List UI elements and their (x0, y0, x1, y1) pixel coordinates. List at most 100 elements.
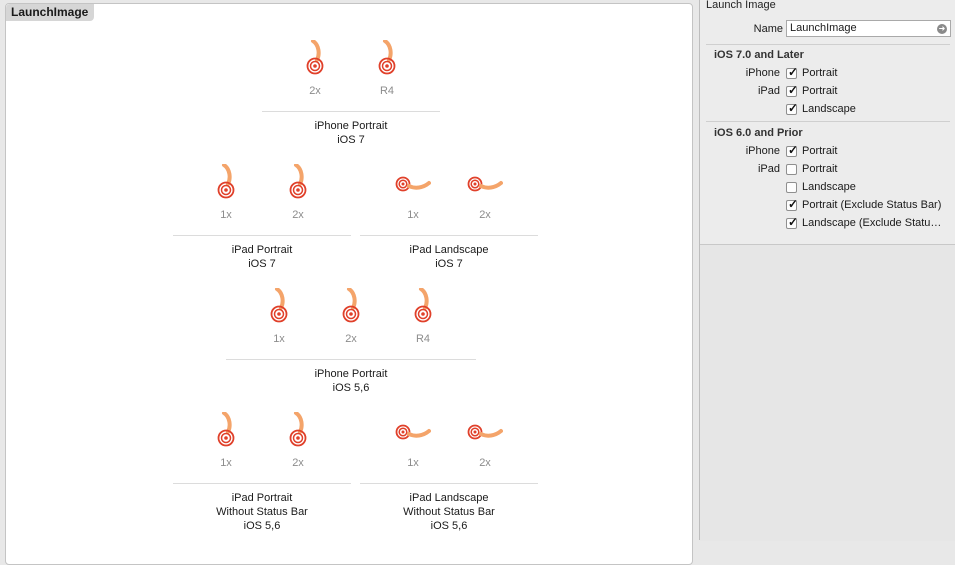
name-field[interactable]: LaunchImage (786, 20, 951, 37)
checkbox-label[interactable]: Portrait (802, 67, 837, 79)
checkbox[interactable]: ✓ (786, 83, 799, 97)
name-label: Name (753, 23, 783, 35)
checkbox[interactable] (786, 164, 797, 175)
image-set-group[interactable]: 1x 2x iPad Portrait iOS 7 (173, 164, 351, 271)
scale-label: 1x (407, 457, 419, 469)
group-label-line: iPad Portrait (231, 492, 293, 504)
image-slot[interactable]: 2x (465, 164, 505, 226)
image-slot[interactable]: 2x (278, 164, 318, 226)
canvas-title: LaunchImage (6, 4, 95, 21)
scale-label: 1x (273, 333, 285, 345)
group-label: iPhone Portrait iOS 7 (262, 119, 440, 147)
image-slot[interactable]: R4 (403, 288, 443, 350)
scale-label: R4 (379, 85, 395, 97)
checkbox[interactable]: ✓ (786, 101, 799, 115)
image-slots: 1x 2x R4 (226, 288, 476, 350)
launch-image-portrait-icon (289, 164, 307, 199)
scale-label: 2x (345, 333, 357, 345)
group-label-line: iPad Portrait (231, 244, 293, 256)
checkbox[interactable]: ✓ (786, 65, 799, 79)
checkmark-icon: ✓ (788, 101, 799, 115)
group-label: iPad Portrait iOS 7 (173, 243, 351, 271)
group-divider (173, 235, 351, 236)
group-label-line: iPhone Portrait (314, 120, 388, 132)
checkbox[interactable]: ✓ (786, 143, 798, 157)
group-label-line: iPad Landscape (409, 244, 489, 256)
group-divider (226, 359, 476, 360)
ios7-section-title: iOS 7.0 and Later (714, 49, 804, 61)
checkbox[interactable]: ✓ (786, 215, 799, 229)
group-label: iPad Portrait Without Status Bar iOS 5,6 (173, 491, 351, 533)
divider (706, 44, 950, 45)
group-label-line: iOS 7 (337, 134, 365, 146)
scale-label: 1x (220, 209, 232, 221)
group-label: iPhone Portrait iOS 5,6 (226, 367, 476, 395)
checkmark-icon: ✓ (788, 83, 799, 97)
device-label-wrap: iPhone (720, 66, 780, 80)
group-label-line: iOS 7 (435, 258, 463, 270)
image-slots: 2x R4 (262, 40, 440, 102)
inspector-header: Launch Image (706, 0, 776, 11)
image-set-group[interactable]: 1x 2x R4 iPhone Portrait iOS 5,6 (226, 288, 476, 395)
scale-label: 1x (407, 209, 419, 221)
checkmark-icon: ✓ (788, 197, 799, 211)
device-label-wrap: iPad (720, 162, 780, 176)
launch-image-landscape-icon (467, 424, 503, 440)
image-slot[interactable]: 1x (206, 412, 246, 474)
group-label-line: iOS 5,6 (243, 520, 281, 532)
scale-label: 2x (479, 209, 491, 221)
image-slots: 1x 2x (360, 412, 538, 474)
checkbox-label[interactable]: Landscape (802, 103, 856, 115)
launch-image-portrait-icon (414, 288, 432, 323)
checkmark-icon: ✓ (788, 215, 799, 229)
asset-canvas: LaunchImage 2x R4 iPhone Portrait iOS 7 1x 2… (5, 3, 693, 565)
launch-image-portrait-icon (378, 40, 396, 75)
checkbox-label[interactable]: Portrait (Exclude Status Bar) (802, 199, 941, 211)
device-label: iPad (757, 85, 780, 97)
device-label-wrap: iPad (720, 84, 780, 98)
checkbox[interactable]: ✓ (786, 197, 799, 211)
checkbox-label[interactable]: Portrait (802, 145, 837, 157)
go-arrow-icon[interactable]: ➜ (937, 24, 947, 34)
image-slot[interactable]: 2x (295, 40, 335, 102)
launch-image-portrait-icon (217, 164, 235, 199)
launch-image-landscape-icon (395, 424, 431, 440)
launch-image-portrait-icon (289, 412, 307, 447)
group-label-line: iOS 5,6 (430, 520, 468, 532)
device-label: iPhone (745, 145, 780, 157)
image-set-group[interactable]: 1x 2x iPad Landscape iOS 7 (360, 164, 538, 271)
scale-label: 2x (309, 85, 321, 97)
checkbox-label[interactable]: Portrait (802, 85, 837, 97)
checkbox-label[interactable]: Landscape (802, 181, 856, 193)
image-set-group[interactable]: 1x 2x iPad Landscape Without Status Bar iOS … (360, 412, 538, 533)
launch-image-landscape-icon (467, 176, 503, 192)
group-label-line: Without Status Bar (403, 506, 495, 518)
image-set-group[interactable]: 1x 2x iPad Portrait Without Status Bar iOS 5… (173, 412, 351, 533)
launch-image-portrait-icon (306, 40, 324, 75)
image-slot[interactable]: 1x (393, 164, 433, 226)
launch-image-portrait-icon (217, 412, 235, 447)
group-label-line: iPhone Portrait (314, 368, 388, 380)
group-divider (360, 483, 538, 484)
checkbox[interactable] (786, 182, 797, 193)
image-slot[interactable]: 2x (278, 412, 318, 474)
checkbox-label[interactable]: Portrait (802, 163, 837, 175)
ios6-section-title: iOS 6.0 and Prior (714, 127, 803, 139)
group-label-line: iPad Landscape (409, 492, 489, 504)
scale-label: 2x (479, 457, 491, 469)
image-slot[interactable]: 1x (393, 412, 433, 474)
scale-label: 1x (220, 457, 232, 469)
checkbox-label[interactable]: Landscape (Exclude Statu… (802, 217, 941, 229)
image-slot[interactable]: 2x (331, 288, 371, 350)
image-slot[interactable]: 1x (259, 288, 299, 350)
device-label: iPhone (745, 67, 780, 79)
device-label-wrap: iPhone (720, 144, 780, 158)
image-slot[interactable]: 1x (206, 164, 246, 226)
image-slot[interactable]: 2x (465, 412, 505, 474)
checkmark-icon: ✓ (788, 65, 799, 79)
launch-image-portrait-icon (342, 288, 360, 323)
device-label: iPad (757, 163, 780, 175)
image-set-group[interactable]: 2x R4 iPhone Portrait iOS 7 (262, 40, 440, 147)
launch-image-portrait-icon (270, 288, 288, 323)
image-slot[interactable]: R4 (367, 40, 407, 102)
